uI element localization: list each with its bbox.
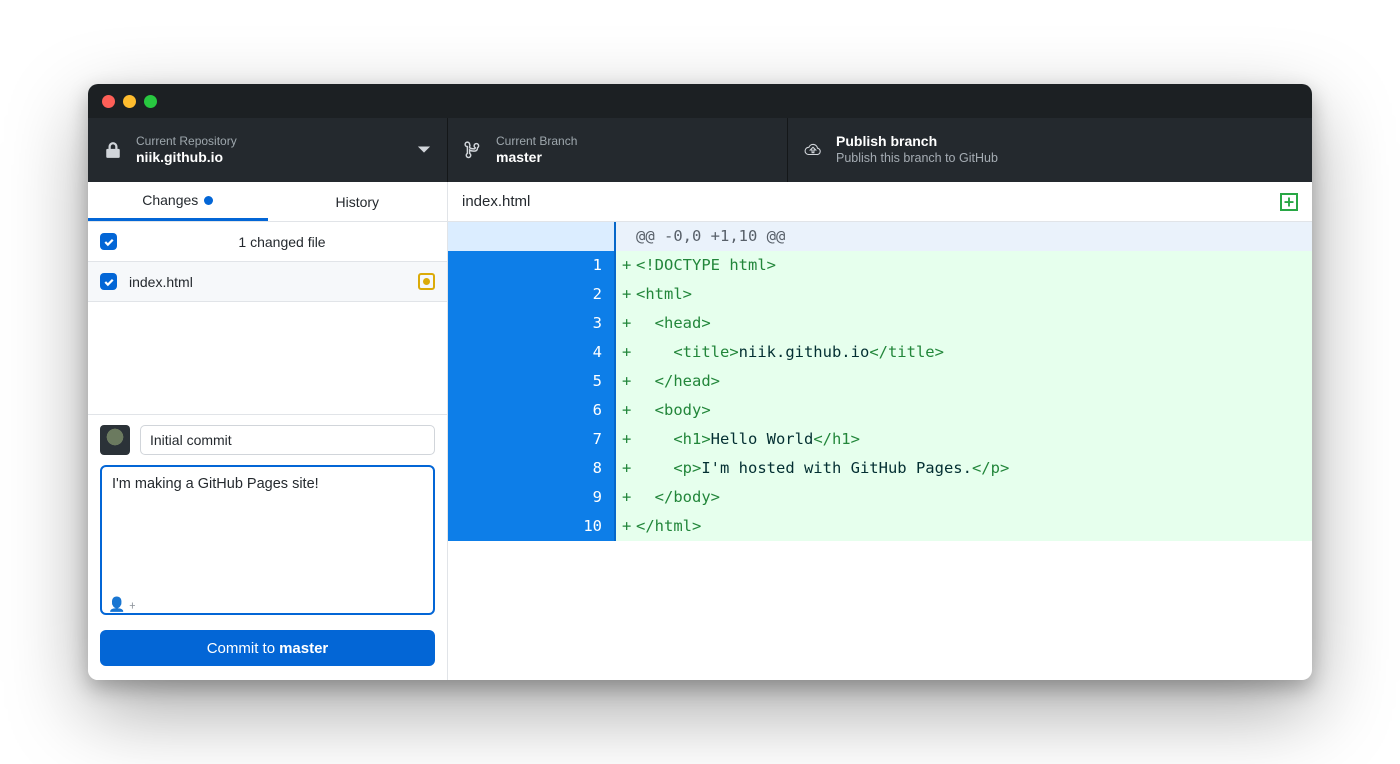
publish-sub: Publish this branch to GitHub (836, 151, 998, 167)
repo-value: niik.github.io (136, 149, 237, 167)
diff-line-code: <head> (636, 309, 1312, 338)
tab-changes[interactable]: Changes (88, 182, 268, 221)
diff-line-code: <body> (636, 396, 1312, 425)
app-window: Current Repository niik.github.io Curren… (88, 84, 1312, 680)
diff-add-marker: + (616, 396, 636, 425)
commit-button-prefix: Commit to (207, 640, 275, 657)
body: Changes History 1 changed file index.htm… (88, 182, 1312, 680)
diff-add-marker: + (616, 309, 636, 338)
diff-hunk-text: @@ -0,0 +1,10 @@ (636, 222, 1312, 251)
diff-line-number: 8 (532, 454, 616, 483)
diff-line-code: </head> (636, 367, 1312, 396)
diff-line-number: 5 (532, 367, 616, 396)
diff-line-code: <h1>Hello World</h1> (636, 425, 1312, 454)
branch-label: Current Branch (496, 134, 577, 149)
commit-button-branch: master (279, 640, 328, 657)
repo-label: Current Repository (136, 134, 237, 149)
diff-line-row: 2+<html> (448, 280, 1312, 309)
diff-add-marker: + (616, 251, 636, 280)
diff-line-row: 8+ <p>I'm hosted with GitHub Pages.</p> (448, 454, 1312, 483)
sidebar: Changes History 1 changed file index.htm… (88, 182, 448, 680)
traffic-close[interactable] (102, 95, 115, 108)
diff-line-row: 10+</html> (448, 512, 1312, 541)
diff-file-name: index.html (462, 193, 1280, 210)
expand-diff-icon[interactable] (1280, 193, 1298, 211)
modified-status-icon (418, 273, 435, 290)
diff-line-number: 6 (532, 396, 616, 425)
lock-icon (104, 141, 122, 159)
branch-selector[interactable]: Current Branch master (448, 118, 788, 182)
branch-value: master (496, 149, 577, 167)
diff-add-marker: + (616, 454, 636, 483)
toolbar: Current Repository niik.github.io Curren… (88, 118, 1312, 182)
publish-title: Publish branch (836, 133, 998, 151)
diff-panel: index.html @@ -0,0 +1,10 @@ 1+<!DOCTYPE … (448, 182, 1312, 680)
publish-branch-button[interactable]: Publish branch Publish this branch to Gi… (788, 118, 1092, 182)
tab-history-label: History (335, 194, 379, 210)
file-checkbox[interactable] (100, 273, 117, 290)
diff-add-marker: + (616, 338, 636, 367)
add-coauthor-icon[interactable]: 👤﹢ (108, 594, 139, 614)
changed-file-name: index.html (129, 274, 406, 290)
select-all-checkbox[interactable] (100, 233, 117, 250)
diff-add-marker: + (616, 280, 636, 309)
diff-line-row: 7+ <h1>Hello World</h1> (448, 425, 1312, 454)
diff-line-code: <p>I'm hosted with GitHub Pages.</p> (636, 454, 1312, 483)
diff-add-marker: + (616, 512, 636, 541)
changes-summary-text: 1 changed file (129, 234, 435, 250)
changes-summary-row: 1 changed file (88, 222, 447, 262)
diff-line-number: 3 (532, 309, 616, 338)
traffic-zoom[interactable] (144, 95, 157, 108)
sidebar-spacer (88, 302, 447, 414)
diff-line-number: 10 (532, 512, 616, 541)
changes-dot-icon (204, 196, 213, 205)
diff-line-row: 4+ <title>niik.github.io</title> (448, 338, 1312, 367)
diff-line-code: <title>niik.github.io</title> (636, 338, 1312, 367)
diff-line-number: 1 (532, 251, 616, 280)
diff-line-code: </html> (636, 512, 1312, 541)
diff-table: @@ -0,0 +1,10 @@ 1+<!DOCTYPE html>2+<htm… (448, 222, 1312, 541)
avatar (100, 425, 130, 455)
diff-line-row: 9+ </body> (448, 483, 1312, 512)
diff-file-header: index.html (448, 182, 1312, 222)
repo-selector[interactable]: Current Repository niik.github.io (88, 118, 448, 182)
diff-line-row: 3+ <head> (448, 309, 1312, 338)
diff-line-code: </body> (636, 483, 1312, 512)
toolbar-spacer (1092, 118, 1312, 182)
diff-line-number: 2 (532, 280, 616, 309)
diff-hunk-row: @@ -0,0 +1,10 @@ (448, 222, 1312, 251)
sidebar-tabs: Changes History (88, 182, 447, 222)
chevron-down-icon (417, 143, 431, 157)
titlebar (88, 84, 1312, 118)
tab-history[interactable]: History (268, 182, 448, 221)
diff-line-code: <!DOCTYPE html> (636, 251, 1312, 280)
commit-summary-input[interactable] (140, 425, 435, 455)
tab-changes-label: Changes (142, 192, 198, 208)
diff-add-marker: + (616, 483, 636, 512)
diff-line-row: 5+ </head> (448, 367, 1312, 396)
commit-form: 👤﹢ Commit to master (88, 414, 447, 680)
commit-button[interactable]: Commit to master (100, 630, 435, 666)
diff-line-number: 4 (532, 338, 616, 367)
diff-line-number: 7 (532, 425, 616, 454)
traffic-minimize[interactable] (123, 95, 136, 108)
cloud-upload-icon (804, 141, 822, 159)
changed-file-row[interactable]: index.html (88, 262, 447, 302)
diff-line-number: 9 (532, 483, 616, 512)
diff-line-row: 6+ <body> (448, 396, 1312, 425)
diff-add-marker: + (616, 367, 636, 396)
git-branch-icon (464, 141, 482, 159)
commit-description-input[interactable] (100, 465, 435, 615)
diff-add-marker: + (616, 425, 636, 454)
diff-line-row: 1+<!DOCTYPE html> (448, 251, 1312, 280)
diff-line-code: <html> (636, 280, 1312, 309)
